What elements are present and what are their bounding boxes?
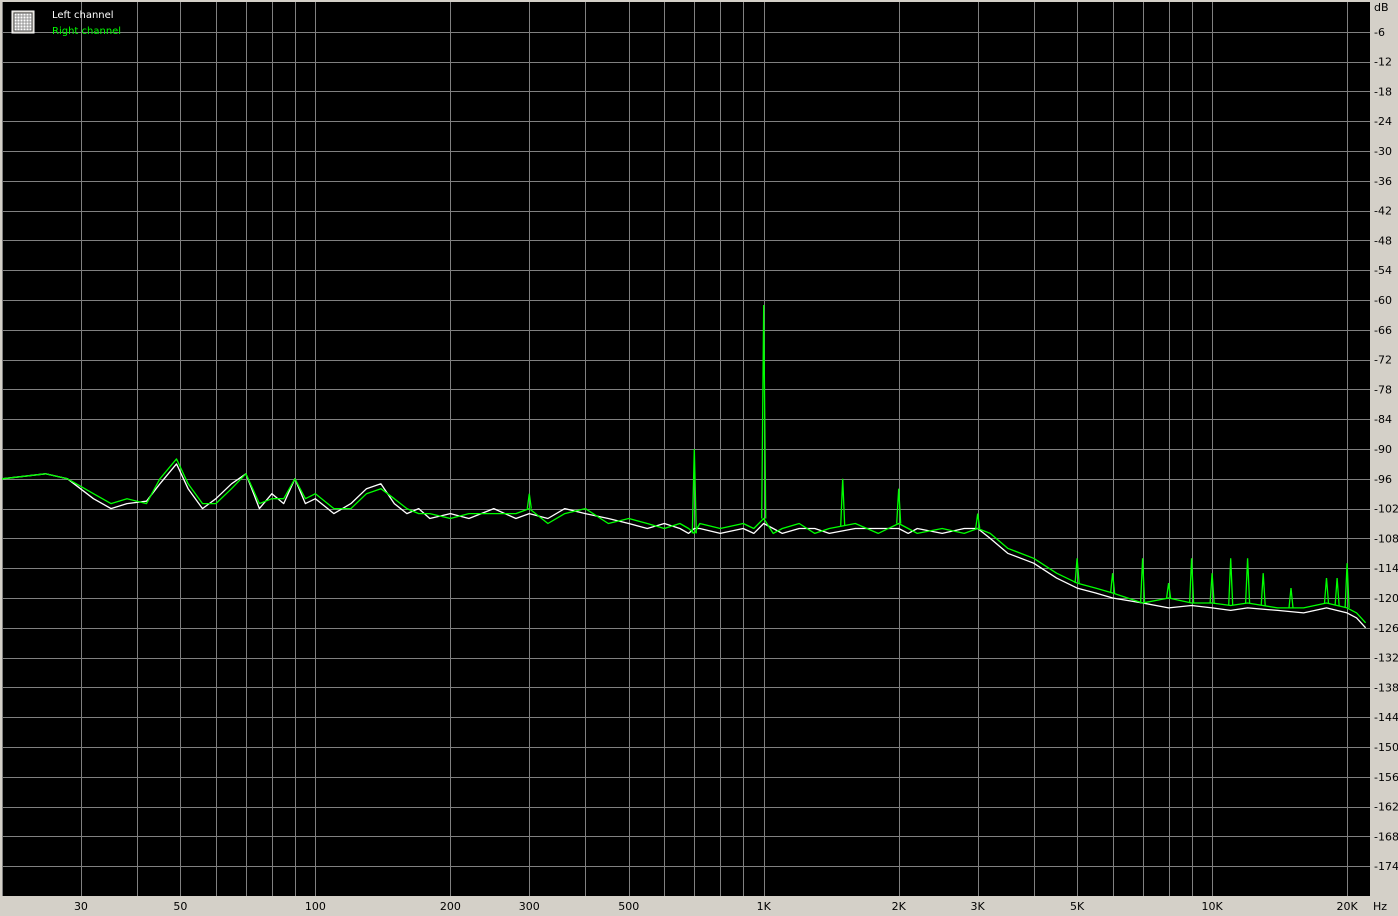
x-unit-label: Hz	[1373, 900, 1387, 913]
y-tick-label: -90	[1374, 443, 1392, 456]
y-tick-label: -114	[1374, 562, 1398, 575]
y-tick-label: -162	[1374, 801, 1398, 814]
y-tick-label: -168	[1374, 830, 1398, 843]
y-tick-label: -102	[1374, 503, 1398, 516]
y-tick-label: -78	[1374, 383, 1392, 396]
x-tick-label: 3K	[971, 900, 986, 913]
spectrum-analyzer: 30 50 100 200 300 500 1K 2K 3K 5K 10K 20K -6 -12 -18 -…	[0, 0, 1398, 916]
x-tick-label: 1K	[757, 900, 772, 913]
y-tick-label: -66	[1374, 324, 1392, 337]
legend-item-left-channel: Left channel	[52, 10, 114, 21]
y-tick-label: -30	[1374, 145, 1392, 158]
x-tick-label: 500	[618, 900, 639, 913]
y-tick-label: -150	[1374, 741, 1398, 754]
y-tick-label: -156	[1374, 771, 1398, 784]
y-tick-label: -72	[1374, 354, 1392, 367]
grid-icon[interactable]	[11, 10, 35, 34]
x-tick-label: 20K	[1336, 900, 1358, 913]
x-tick-label: 2K	[892, 900, 907, 913]
spectrum-plot[interactable]: 30 50 100 200 300 500 1K 2K 3K 5K 10K 20K -6 -12 -18 -…	[0, 0, 1398, 916]
y-tick-label: -18	[1374, 85, 1392, 98]
y-tick-label: -84	[1374, 413, 1392, 426]
x-tick-label: 200	[440, 900, 461, 913]
y-tick-label: -108	[1374, 532, 1398, 545]
y-tick-label: -48	[1374, 234, 1392, 247]
y-tick-label: -6	[1374, 26, 1385, 39]
y-tick-label: -36	[1374, 175, 1392, 188]
x-tick-label: 300	[519, 900, 540, 913]
y-tick-label: -24	[1374, 115, 1392, 128]
y-tick-label: -54	[1374, 264, 1392, 277]
y-tick-label: -132	[1374, 652, 1398, 665]
y-tick-label: -120	[1374, 592, 1398, 605]
y-tick-label: -42	[1374, 205, 1392, 218]
x-tick-label: 30	[74, 900, 88, 913]
y-unit-label: dB	[1374, 1, 1389, 14]
x-tick-label: 50	[173, 900, 187, 913]
x-tick-label: 10K	[1201, 900, 1223, 913]
y-tick-label: -96	[1374, 473, 1392, 486]
y-tick-label: -138	[1374, 681, 1398, 694]
y-tick-label: -60	[1374, 294, 1392, 307]
legend-item-right-channel: Right channel	[52, 26, 121, 37]
y-tick-label: -144	[1374, 711, 1398, 724]
y-tick-label: -174	[1374, 860, 1398, 873]
x-tick-label: 100	[305, 900, 326, 913]
y-tick-label: -12	[1374, 56, 1392, 69]
y-tick-label: -126	[1374, 622, 1398, 635]
x-tick-label: 5K	[1070, 900, 1085, 913]
